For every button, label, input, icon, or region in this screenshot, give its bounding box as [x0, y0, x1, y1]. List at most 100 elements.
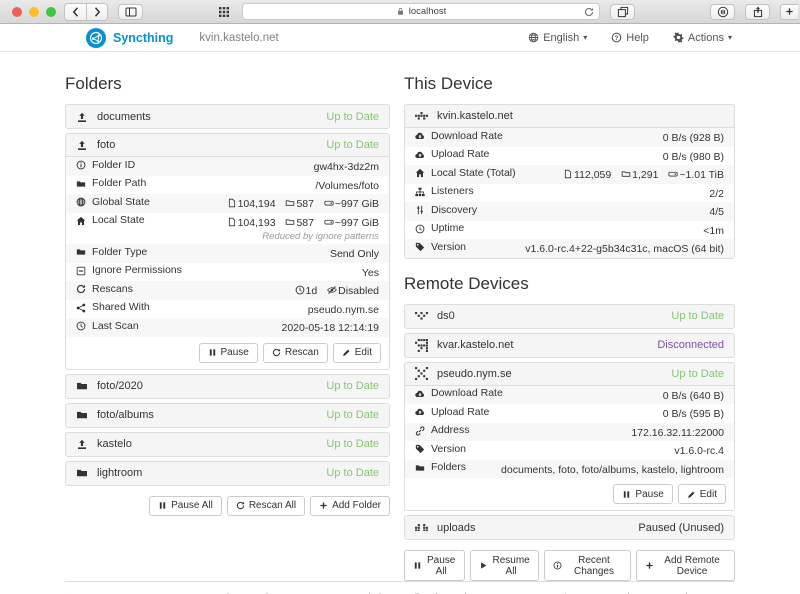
pause-icon [158, 501, 167, 510]
address-value: 172.16.32.11:22000 [631, 427, 724, 440]
detail-row-local-state: Local State 104,193 587 ~997 GiB Reduced… [66, 213, 389, 245]
device-row-ds0[interactable]: ds0 Up to Date [405, 305, 734, 328]
sidebar-toggle-button[interactable] [118, 4, 143, 20]
folder-row-foto-albums[interactable]: foto/albums Up to Date [66, 404, 389, 427]
eye-slash-icon [327, 285, 337, 295]
home-icon [76, 216, 86, 226]
folder-row-kastelo[interactable]: kastelo Up to Date [66, 433, 389, 456]
folder-type-value: Send Only [330, 248, 379, 261]
new-tab-button[interactable] [780, 4, 798, 20]
device-status: Up to Date [671, 310, 724, 322]
pause-all-devices-button[interactable]: Pause All [404, 550, 465, 581]
this-device-row[interactable]: kvin.kastelo.net [405, 105, 734, 128]
device-name: uploads [437, 522, 476, 534]
pause-device-button[interactable]: Pause [613, 484, 672, 504]
clock-icon [295, 285, 305, 295]
folder-row-lightroom[interactable]: lightroom Up to Date [66, 462, 389, 485]
chevron-right-icon [91, 6, 103, 18]
folder-status: Up to Date [326, 409, 379, 421]
cloud-upload-icon [415, 407, 425, 417]
add-remote-device-button[interactable]: Add Remote Device [636, 550, 735, 581]
detail-row-version: Version v1.6.0-rc.4 [405, 441, 734, 460]
download-rate-value: 0 B/s (928 B) [663, 132, 724, 145]
upload-rate-value: 0 B/s (595 B) [663, 408, 724, 421]
folder-status: Up to Date [326, 467, 379, 479]
edit-device-button[interactable]: Edit [678, 484, 726, 504]
edit-button[interactable]: Edit [333, 343, 381, 363]
minimize-window-button[interactable] [29, 7, 39, 17]
folders-heading: Folders [65, 74, 390, 94]
folder-icon [285, 198, 295, 208]
detail-row-shared-with: Shared With pseudo.nym.se [66, 300, 389, 319]
add-folder-button[interactable]: Add Folder [310, 496, 390, 516]
folder-icon [285, 217, 295, 227]
detail-row-folder-id: Folder ID gw4hx-3dz2m [66, 157, 389, 176]
minus-square-icon [76, 266, 86, 276]
detail-row-upload-rate: Upload Rate 0 B/s (980 B) [405, 147, 734, 166]
device-status: Disconnected [657, 339, 724, 351]
folder-name: lightroom [97, 467, 142, 479]
download-rate-value: 0 B/s (640 B) [663, 390, 724, 403]
resume-all-button[interactable]: Resume All [470, 550, 538, 581]
shared-with-value: pseudo.nym.se [308, 304, 379, 317]
globe-icon [76, 197, 86, 207]
help-menu[interactable]: ? Help [611, 32, 649, 44]
clock-icon [415, 224, 425, 234]
reload-icon[interactable] [584, 7, 594, 17]
remote-devices-heading: Remote Devices [404, 274, 735, 294]
device-name: kvin.kastelo.net [437, 110, 513, 122]
device-panel-kvar: kvar.kastelo.net Disconnected [404, 333, 735, 358]
close-window-button[interactable] [12, 7, 22, 17]
device-status: Up to Date [671, 368, 724, 380]
play-icon [479, 561, 488, 570]
language-menu[interactable]: English ▾ [528, 32, 587, 44]
folder-panel-kastelo: kastelo Up to Date [65, 432, 390, 457]
hdd-icon [324, 217, 334, 227]
rescans-value: 1d Disabled [295, 285, 379, 298]
chevron-left-icon [70, 6, 82, 18]
actions-menu[interactable]: Actions ▾ [673, 32, 732, 44]
refresh-icon [236, 501, 245, 510]
pause-all-folders-button[interactable]: Pause All [149, 496, 222, 516]
local-state-total-value: 112,059 1,291 ~1.01 TiB [563, 169, 724, 182]
detail-row-folder-type: Folder Type Send Only [66, 244, 389, 263]
tab-overview-button[interactable] [610, 4, 635, 20]
device-row-kvar[interactable]: kvar.kastelo.net Disconnected [405, 334, 734, 357]
refresh-icon [76, 284, 86, 294]
version-value: v1.6.0-rc.4 [674, 445, 724, 458]
reader-button[interactable] [710, 4, 735, 20]
forward-button[interactable] [86, 4, 107, 20]
detail-row-uptime: Uptime <1m [405, 221, 734, 240]
link-icon [415, 426, 425, 436]
share-alt-icon [76, 303, 86, 313]
folder-row-documents[interactable]: documents Up to Date [66, 105, 389, 128]
folder-row-foto[interactable]: foto Up to Date [66, 134, 389, 157]
share-button[interactable] [745, 4, 770, 20]
zoom-window-button[interactable] [46, 7, 56, 17]
detail-row-global-state: Global State 104,194 587 ~997 GiB [66, 194, 389, 213]
detail-row-discovery: Discovery 4/5 [405, 202, 734, 221]
detail-row-download-rate: Download Rate 0 B/s (928 B) [405, 128, 734, 147]
pencil-icon [342, 348, 351, 357]
device-identicon [415, 367, 428, 380]
version-value: v1.6.0-rc.4+22-g5b34c31c, macOS (64 bit) [525, 243, 724, 256]
upload-icon [76, 139, 88, 151]
back-button[interactable] [65, 4, 86, 20]
info-icon [553, 561, 562, 570]
device-row-pseudo[interactable]: pseudo.nym.se Up to Date [405, 363, 734, 386]
folder-row-foto-2020[interactable]: foto/2020 Up to Date [66, 375, 389, 398]
folder-status: Up to Date [326, 139, 379, 151]
rescan-button[interactable]: Rescan [263, 343, 328, 363]
favorites-grid-icon[interactable] [218, 6, 230, 18]
device-identicon [415, 521, 428, 534]
device-row-uploads[interactable]: uploads Paused (Unused) [405, 516, 734, 539]
actions-label: Actions [688, 32, 724, 44]
plus-icon [319, 501, 328, 510]
address-bar[interactable]: localhost [242, 3, 600, 20]
device-status: Paused (Unused) [638, 522, 724, 534]
recent-changes-button[interactable]: Recent Changes [544, 550, 631, 581]
folder-icon [76, 179, 86, 189]
pause-button[interactable]: Pause [199, 343, 258, 363]
detail-row-local-state-total: Local State (Total) 112,059 1,291 ~1.01 … [405, 165, 734, 184]
rescan-all-button[interactable]: Rescan All [227, 496, 305, 516]
